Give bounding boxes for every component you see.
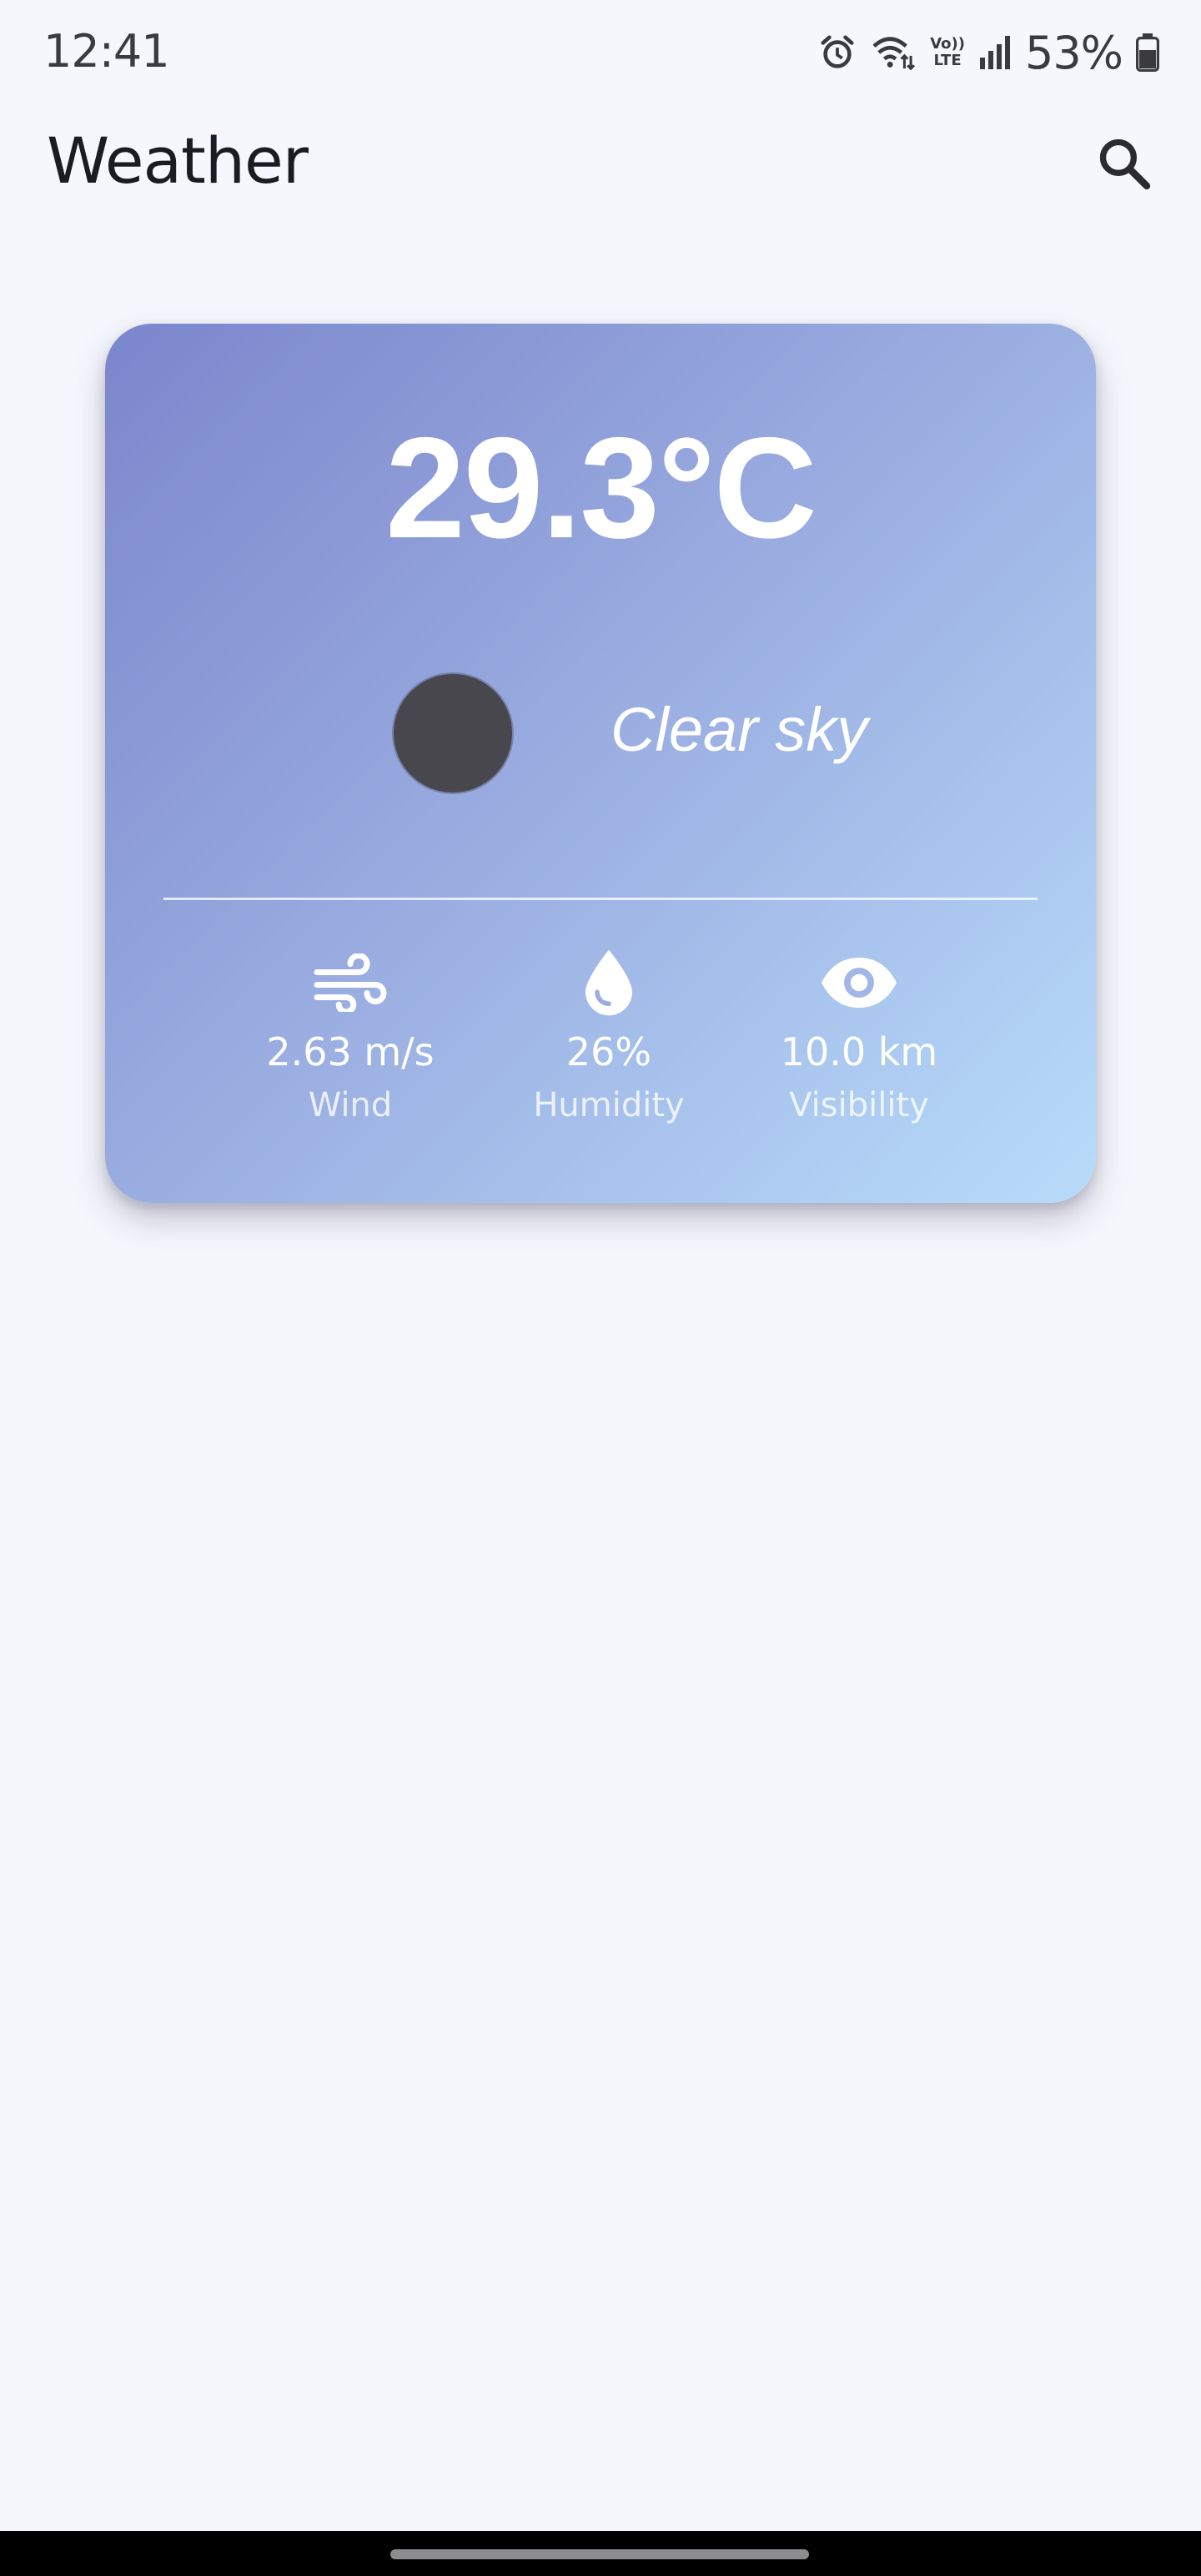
status-icons: Vo)) LTE 53% xyxy=(818,23,1159,82)
visibility-label: Visibility xyxy=(789,1086,929,1124)
weather-condition-icon xyxy=(394,674,512,792)
alarm-icon xyxy=(818,33,857,72)
water-drop-icon xyxy=(500,941,717,1024)
volte-top-text: Vo)) xyxy=(930,35,965,53)
humidity-value: 26% xyxy=(565,1029,652,1074)
temperature: 29.3°C xyxy=(385,408,817,568)
navigation-bar xyxy=(0,2531,1201,2576)
app-title: Weather xyxy=(47,123,309,198)
battery-percent: 53% xyxy=(1024,26,1123,79)
weather-card: 29.3°C Clear sky 2.63 m/s Wind 26% Humid… xyxy=(105,324,1096,1203)
signal-icon xyxy=(978,34,1012,71)
volte-bottom-text: LTE xyxy=(933,52,962,69)
wind-label: Wind xyxy=(308,1086,393,1124)
stat-visibility: 10.0 km Visibility xyxy=(751,941,967,1124)
battery-icon xyxy=(1136,33,1159,72)
humidity-label: Humidity xyxy=(533,1086,685,1124)
volte-icon: Vo)) LTE xyxy=(930,36,965,69)
wind-icon xyxy=(242,941,459,1024)
search-icon xyxy=(1096,135,1153,196)
status-time: 12:41 xyxy=(43,25,170,78)
eye-icon xyxy=(751,941,967,1024)
divider xyxy=(163,898,1038,900)
weather-condition: Clear sky xyxy=(611,695,868,764)
home-gesture-handle[interactable] xyxy=(390,2549,809,2559)
stat-humidity: 26% Humidity xyxy=(500,941,717,1124)
stat-wind: 2.63 m/s Wind xyxy=(242,941,459,1124)
status-bar: 12:41 Vo)) LTE 53% xyxy=(0,0,1201,108)
search-button[interactable] xyxy=(1093,133,1156,197)
wind-value: 2.63 m/s xyxy=(266,1029,435,1074)
visibility-value: 10.0 km xyxy=(780,1029,938,1074)
wifi-icon xyxy=(870,33,917,72)
